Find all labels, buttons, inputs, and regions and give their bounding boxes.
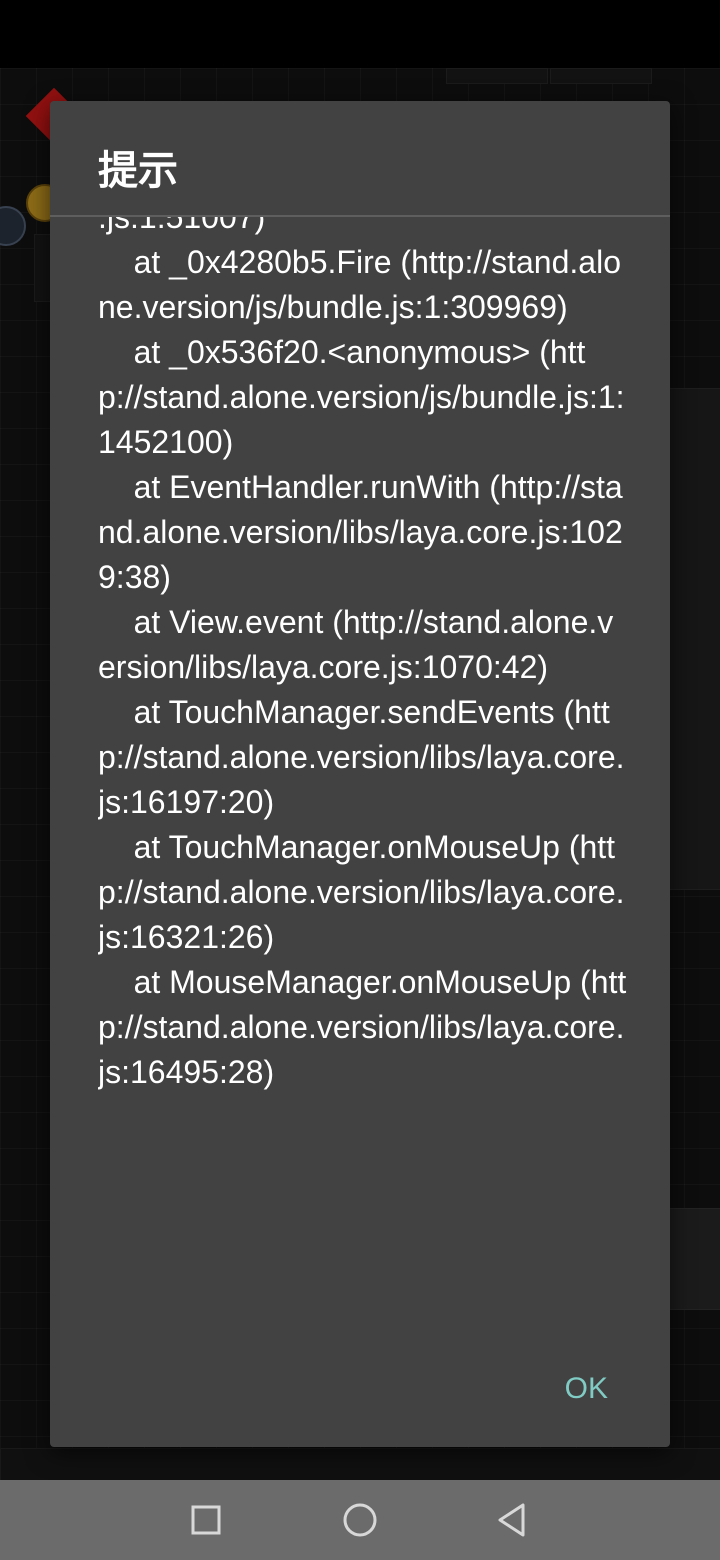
- back-button[interactable]: [486, 1496, 538, 1544]
- ok-button[interactable]: OK: [548, 1365, 608, 1413]
- circle-icon: [343, 1503, 377, 1537]
- square-icon: [191, 1505, 221, 1535]
- status-bar: [0, 0, 720, 68]
- alert-dialog: 提示 .js:1:51007) at _0x4280b5.Fire (http:…: [50, 101, 670, 1447]
- navigation-bar: [0, 1480, 720, 1560]
- recents-button[interactable]: [180, 1496, 232, 1544]
- triangle-back-icon: [498, 1503, 525, 1537]
- message-scroll-area[interactable]: .js:1:51007) at _0x4280b5.Fire (http://s…: [98, 217, 628, 1341]
- dialog-title: 提示: [98, 148, 178, 194]
- home-button[interactable]: [334, 1496, 386, 1544]
- error-message: .js:1:51007) at _0x4280b5.Fire (http://s…: [98, 217, 627, 1090]
